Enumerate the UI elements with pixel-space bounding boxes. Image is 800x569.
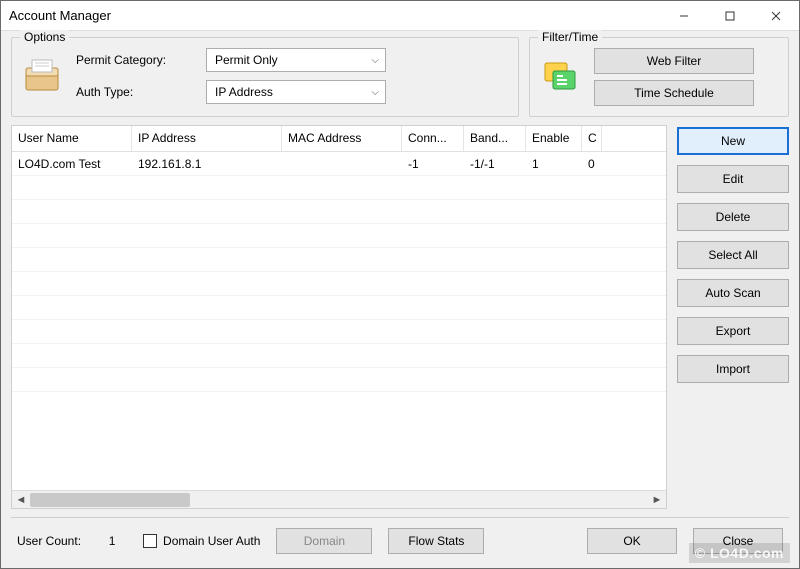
user-count-value: 1: [97, 534, 127, 548]
chevron-down-icon: ⌵: [371, 87, 379, 98]
col-ip-address[interactable]: IP Address: [132, 126, 282, 151]
cell-c: 0: [582, 154, 602, 174]
permit-category-value: Permit Only: [215, 53, 278, 67]
accounts-table: User Name IP Address MAC Address Conn...…: [11, 125, 667, 509]
titlebar: Account Manager: [1, 1, 799, 31]
account-manager-window: Account Manager Options: [0, 0, 800, 569]
filter-time-group-label: Filter/Time: [538, 30, 602, 44]
table-row: [12, 176, 666, 200]
auto-scan-button[interactable]: Auto Scan: [677, 279, 789, 307]
table-row: [12, 368, 666, 392]
import-button[interactable]: Import: [677, 355, 789, 383]
table-row[interactable]: LO4D.com Test 192.161.8.1 -1 -1/-1 1 0: [12, 152, 666, 176]
cell-conn: -1: [402, 154, 464, 174]
select-all-button[interactable]: Select All: [677, 241, 789, 269]
scroll-thumb[interactable]: [30, 493, 190, 507]
side-buttons: New Edit Delete Select All Auto Scan Exp…: [677, 125, 789, 509]
cell-ip-address: 192.161.8.1: [132, 154, 282, 174]
col-band[interactable]: Band...: [464, 126, 526, 151]
chevron-down-icon: ⌵: [371, 55, 379, 66]
edit-button[interactable]: Edit: [677, 165, 789, 193]
top-row: Options Permit Category: Permit Onl: [11, 37, 789, 117]
scroll-left-icon[interactable]: ◄: [12, 491, 30, 509]
table-row: [12, 344, 666, 368]
cell-band: -1/-1: [464, 154, 526, 174]
ok-button[interactable]: OK: [587, 528, 677, 554]
mid-row: User Name IP Address MAC Address Conn...…: [11, 125, 789, 509]
col-enable[interactable]: Enable: [526, 126, 582, 151]
minimize-button[interactable]: [661, 1, 707, 31]
table-header: User Name IP Address MAC Address Conn...…: [12, 126, 666, 152]
scroll-track[interactable]: [30, 491, 648, 509]
client-area: Options Permit Category: Permit Onl: [1, 31, 799, 568]
col-user-name[interactable]: User Name: [12, 126, 132, 151]
auth-type-label: Auth Type:: [76, 85, 206, 99]
filter-time-group: Filter/Time Web Filter Time Schedule: [529, 37, 789, 117]
table-row: [12, 224, 666, 248]
table-row: [12, 200, 666, 224]
bottom-bar: User Count: 1 Domain User Auth Domain Fl…: [11, 517, 789, 562]
window-title: Account Manager: [9, 8, 661, 23]
permit-category-combo[interactable]: Permit Only ⌵: [206, 48, 386, 72]
close-button[interactable]: [753, 1, 799, 31]
table-row: [12, 296, 666, 320]
horizontal-scrollbar[interactable]: ◄ ►: [12, 490, 666, 508]
close-dialog-button[interactable]: Close: [693, 528, 783, 554]
time-schedule-button[interactable]: Time Schedule: [594, 80, 754, 106]
domain-user-auth-label: Domain User Auth: [163, 534, 260, 548]
scroll-right-icon[interactable]: ►: [648, 491, 666, 509]
cell-mac-address: [282, 161, 402, 167]
col-mac-address[interactable]: MAC Address: [282, 126, 402, 151]
auth-type-combo[interactable]: IP Address ⌵: [206, 80, 386, 104]
maximize-button[interactable]: [707, 1, 753, 31]
export-button[interactable]: Export: [677, 317, 789, 345]
options-folder-icon: [22, 56, 62, 96]
user-count-label: User Count:: [17, 534, 81, 548]
checkbox-icon: [143, 534, 157, 548]
table-body: LO4D.com Test 192.161.8.1 -1 -1/-1 1 0: [12, 152, 666, 490]
options-group-label: Options: [20, 30, 69, 44]
cell-user-name: LO4D.com Test: [12, 154, 132, 174]
cell-enable: 1: [526, 154, 582, 174]
domain-button: Domain: [276, 528, 372, 554]
domain-user-auth-checkbox[interactable]: Domain User Auth: [143, 534, 260, 548]
delete-button[interactable]: Delete: [677, 203, 789, 231]
auth-type-value: IP Address: [215, 85, 273, 99]
col-conn[interactable]: Conn...: [402, 126, 464, 151]
table-row: [12, 248, 666, 272]
new-button[interactable]: New: [677, 127, 789, 155]
table-row: [12, 272, 666, 296]
col-c[interactable]: C: [582, 126, 602, 151]
filter-windows-icon: [540, 56, 582, 98]
flow-stats-button[interactable]: Flow Stats: [388, 528, 484, 554]
permit-category-label: Permit Category:: [76, 53, 206, 67]
options-group: Options Permit Category: Permit Onl: [11, 37, 519, 117]
table-row: [12, 320, 666, 344]
web-filter-button[interactable]: Web Filter: [594, 48, 754, 74]
